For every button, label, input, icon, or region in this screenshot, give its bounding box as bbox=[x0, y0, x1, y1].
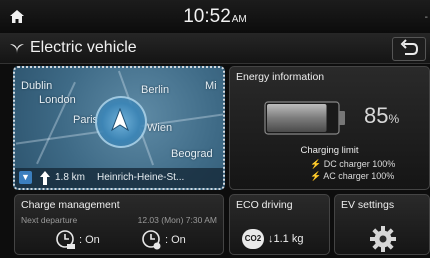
charge-timer-2: : On bbox=[141, 229, 201, 251]
ev-leaf-icon bbox=[10, 44, 24, 54]
map-label-mi: Mi bbox=[205, 80, 217, 92]
map-label-wien: Wien bbox=[147, 122, 173, 134]
charge-timer-icon bbox=[56, 230, 75, 249]
navigation-arrow-icon bbox=[111, 108, 129, 132]
eco-driving-title: ECO driving bbox=[236, 199, 293, 211]
map-label-beograd: Beograd bbox=[171, 148, 213, 160]
dc-charger-text: DC charger 100% bbox=[323, 159, 396, 169]
next-departure-label: Next departure bbox=[21, 215, 78, 225]
ac-charger-line: ⚡ AC charger 100% bbox=[310, 171, 394, 182]
energy-information-panel[interactable]: Energy information 85% Charging limit ⚡ … bbox=[229, 66, 430, 190]
map-label-london: London bbox=[39, 94, 76, 106]
guidance-distance: 1.8 km bbox=[55, 172, 86, 183]
back-arrow-icon bbox=[400, 39, 419, 55]
guidance-street: Heinrich-Heine-St... bbox=[97, 172, 185, 183]
current-position-marker bbox=[95, 96, 147, 148]
plug-icon: ⚡ bbox=[310, 159, 322, 169]
battery-level-fill bbox=[267, 104, 327, 132]
dc-charger-line: ⚡ DC charger 100% bbox=[310, 159, 395, 170]
map-panel[interactable]: Dublin London Paris Berlin Wien Beograd … bbox=[13, 66, 225, 190]
battery-icon bbox=[264, 101, 345, 135]
ev-settings-panel[interactable]: EV settings bbox=[334, 194, 430, 255]
co2-value-text: 1.1 kg bbox=[273, 233, 304, 245]
plug-icon: ⚡ bbox=[310, 171, 322, 181]
title-bar: Electric vehicle bbox=[0, 33, 430, 64]
clock-time: 10:52 bbox=[183, 6, 231, 27]
clock: 10:52AM bbox=[0, 6, 430, 28]
co2-value: ↓1.1 kg bbox=[268, 233, 303, 245]
charging-limit-label: Charging limit bbox=[300, 145, 359, 156]
battery-percent-unit: % bbox=[388, 112, 400, 126]
back-button[interactable] bbox=[392, 37, 426, 61]
map-guidance-bar: ▼ 1.8 km Heinrich-Heine-St... bbox=[15, 168, 223, 188]
climate-timer-icon bbox=[142, 230, 161, 250]
energy-information-title: Energy information bbox=[236, 71, 325, 83]
poi-icon: ▼ bbox=[19, 171, 32, 184]
next-departure-time: 12.03 (Mon) 7:30 AM bbox=[137, 215, 217, 225]
ac-charger-text: AC charger 100% bbox=[323, 171, 395, 181]
charge-timer-1: : On bbox=[55, 229, 115, 251]
page-title: Electric vehicle bbox=[30, 39, 137, 56]
edge-mark: - bbox=[424, 12, 428, 23]
clock-ampm: AM bbox=[231, 14, 247, 25]
ev-settings-title: EV settings bbox=[341, 199, 395, 211]
charge-timer-1-status: : On bbox=[79, 234, 100, 246]
battery-percent-value: 85 bbox=[364, 103, 389, 128]
charge-management-panel[interactable]: Charge management Next departure 12.03 (… bbox=[14, 194, 224, 255]
status-bar: 10:52AM - bbox=[0, 0, 430, 33]
gear-icon bbox=[370, 226, 396, 252]
charge-timer-2-status: : On bbox=[165, 234, 186, 246]
battery-percent: 85% bbox=[364, 103, 399, 129]
straight-arrow-icon bbox=[40, 171, 50, 185]
charge-management-title: Charge management bbox=[21, 199, 120, 211]
eco-driving-panel[interactable]: ECO driving CO2 ↓1.1 kg bbox=[229, 194, 330, 255]
map-label-dublin: Dublin bbox=[21, 80, 53, 92]
co2-icon: CO2 bbox=[242, 229, 264, 249]
map-label-berlin: Berlin bbox=[141, 84, 170, 96]
